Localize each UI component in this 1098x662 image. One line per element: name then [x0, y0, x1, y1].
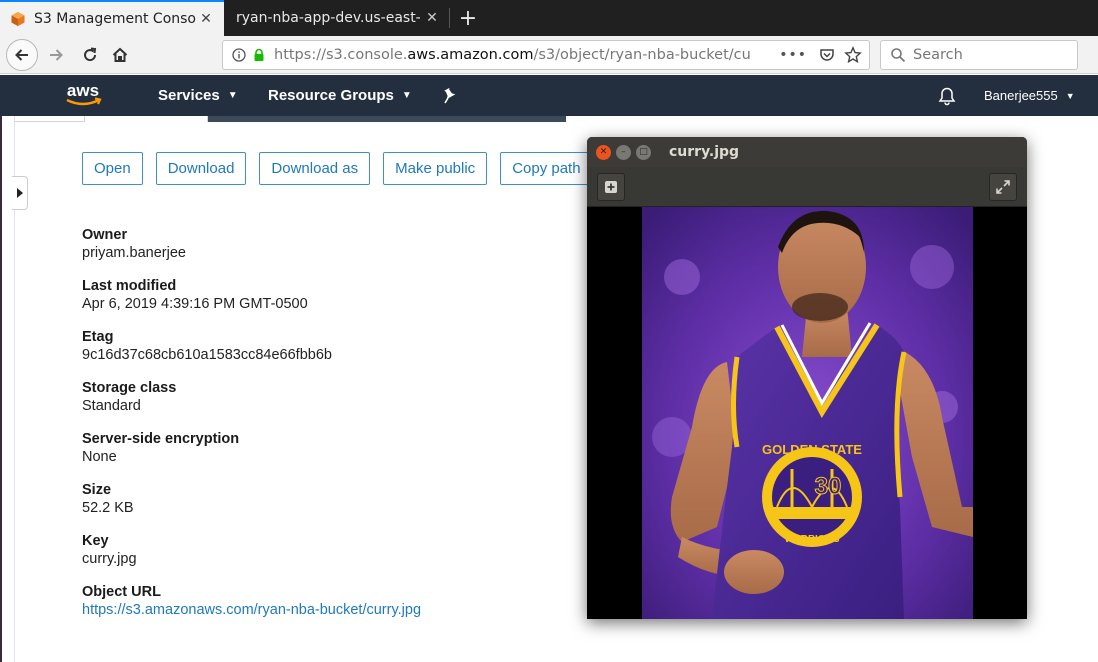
window-edge [0, 116, 2, 662]
url-host: aws.amazon.com [407, 47, 534, 63]
account-menu[interactable]: Banerjee555 ▼ [984, 75, 1075, 116]
pocket-icon[interactable] [819, 47, 835, 63]
services-label: Services [158, 87, 220, 104]
resource-groups-menu[interactable]: Resource Groups ▼ [268, 75, 412, 116]
property-label: Size [82, 482, 112, 498]
download-button[interactable]: Download [155, 152, 247, 185]
tab-underline-active [84, 116, 208, 122]
property-encryption: Server-side encryption None [82, 430, 421, 481]
tab-title: ryan-nba-app-dev.us-east-1. [236, 10, 422, 26]
download-as-button[interactable]: Download as [259, 152, 371, 185]
search-icon [891, 48, 906, 63]
fullscreen-button[interactable] [989, 173, 1017, 201]
forward-arrow-icon [50, 49, 63, 61]
new-tab-plus-icon[interactable]: + [452, 0, 484, 36]
url-bar[interactable]: https://s3.console.aws.amazon.com/s3/obj… [222, 40, 870, 70]
close-window-icon[interactable]: ✕ [596, 144, 611, 160]
home-icon [112, 47, 128, 62]
home-button[interactable] [106, 41, 134, 69]
reload-icon [84, 47, 97, 62]
open-button[interactable]: Open [82, 152, 143, 185]
chevron-down-icon: ▼ [401, 90, 412, 101]
viewer-titlebar[interactable]: ✕ – □ curry.jpg [587, 137, 1027, 167]
chevron-down-icon: ▼ [227, 90, 238, 101]
back-button[interactable] [6, 39, 38, 71]
services-menu[interactable]: Services ▼ [158, 75, 238, 116]
tab-title: S3 Management Console [34, 11, 196, 27]
search-bar[interactable]: Search [880, 40, 1078, 70]
property-storage-class: Storage class Standard [82, 379, 421, 430]
image-viewer-window: ✕ – □ curry.jpg GOLDEN STATE 30 WARRIORS [587, 137, 1027, 619]
chevron-right-icon [16, 188, 23, 198]
browser-tab-strip: S3 Management Console ✕ ryan-nba-app-dev… [0, 0, 1098, 36]
object-action-bar: Open Download Download as Make public Co… [82, 152, 606, 185]
property-value: Standard [82, 398, 141, 414]
url-text: https://s3.console.aws.amazon.com/s3/obj… [274, 47, 752, 63]
fullscreen-icon [996, 180, 1010, 194]
copy-path-button[interactable]: Copy path [500, 152, 593, 185]
property-last-modified: Last modified Apr 6, 2019 4:39:16 PM GMT… [82, 277, 421, 328]
search-placeholder: Search [913, 47, 963, 63]
property-key: Key curry.jpg [82, 532, 421, 583]
tabs-strip [208, 116, 566, 122]
property-label: Owner [82, 227, 128, 243]
resource-groups-label: Resource Groups [268, 87, 394, 104]
property-size: Size 52.2 KB [82, 481, 421, 532]
property-value: Apr 6, 2019 4:39:16 PM GMT-0500 [82, 296, 308, 312]
property-label: Etag [82, 329, 114, 345]
minimize-window-icon[interactable]: – [616, 144, 631, 160]
close-tab-icon[interactable]: ✕ [422, 10, 442, 26]
chevron-down-icon: ▼ [1065, 90, 1075, 101]
tab-s3-console[interactable]: S3 Management Console ✕ [0, 0, 224, 36]
account-name: Banerjee555 [984, 88, 1058, 103]
viewer-title: curry.jpg [669, 144, 740, 160]
property-label: Key [82, 533, 109, 549]
curry-photo: GOLDEN STATE 30 WARRIORS [642, 207, 973, 619]
url-path: /s3/object/ryan-nba-bucket/curry [533, 47, 752, 63]
property-owner: Owner priyam.banerjee [82, 226, 421, 277]
lock-icon [254, 48, 264, 61]
property-label: Object URL [82, 584, 161, 600]
property-value: 9c16d37c68cb610a1583cc84e66fbb6b [82, 347, 332, 363]
pin-icon[interactable] [442, 87, 458, 105]
make-public-button[interactable]: Make public [383, 152, 488, 185]
bell-icon[interactable] [938, 86, 956, 106]
property-label: Last modified [82, 278, 177, 294]
jersey-number: 30 [815, 473, 842, 500]
expand-drawer-button[interactable] [12, 176, 28, 210]
bookmark-star-icon[interactable] [844, 46, 862, 64]
property-label: Storage class [82, 380, 177, 396]
aws-console-header: aws Services ▼ Resource Groups ▼ Banerje… [0, 75, 1098, 116]
property-label: Server-side encryption [82, 431, 240, 447]
tab-underline [14, 116, 84, 122]
tab-ryan-nba-app[interactable]: ryan-nba-app-dev.us-east-1. ✕ [226, 0, 450, 36]
info-icon[interactable] [232, 48, 246, 62]
viewer-toolbar [587, 167, 1027, 207]
property-value: priyam.banerjee [82, 245, 186, 261]
add-button[interactable] [597, 173, 625, 201]
property-object-url: Object URL https://s3.amazonaws.com/ryan… [82, 583, 421, 634]
url-prefix: https://s3.console. [274, 47, 408, 63]
object-properties: Owner priyam.banerjee Last modified Apr … [82, 226, 421, 634]
svg-text:aws: aws [67, 81, 99, 100]
aws-logo[interactable]: aws [60, 79, 106, 111]
property-value: None [82, 449, 117, 465]
property-value: curry.jpg [82, 551, 137, 567]
property-etag: Etag 9c16d37c68cb610a1583cc84e66fbb6b [82, 328, 421, 379]
browser-nav-toolbar: https://s3.console.aws.amazon.com/s3/obj… [0, 36, 1098, 74]
forward-button[interactable] [42, 41, 70, 69]
aws-s3-favicon-icon [11, 12, 25, 26]
plus-box-icon [605, 181, 617, 193]
close-tab-icon[interactable]: ✕ [196, 11, 216, 27]
jersey-arc-text: GOLDEN STATE [762, 442, 862, 457]
property-value: 52.2 KB [82, 500, 134, 516]
maximize-window-icon[interactable]: □ [636, 144, 651, 160]
object-url-link[interactable]: https://s3.amazonaws.com/ryan-nba-bucket… [82, 601, 421, 619]
reload-button[interactable] [76, 41, 104, 69]
page-actions-more-icon[interactable]: ••• [779, 47, 807, 63]
back-arrow-icon [15, 49, 28, 61]
tab-separator [449, 8, 450, 28]
jersey-bottom-text: WARRIORS [785, 534, 840, 545]
